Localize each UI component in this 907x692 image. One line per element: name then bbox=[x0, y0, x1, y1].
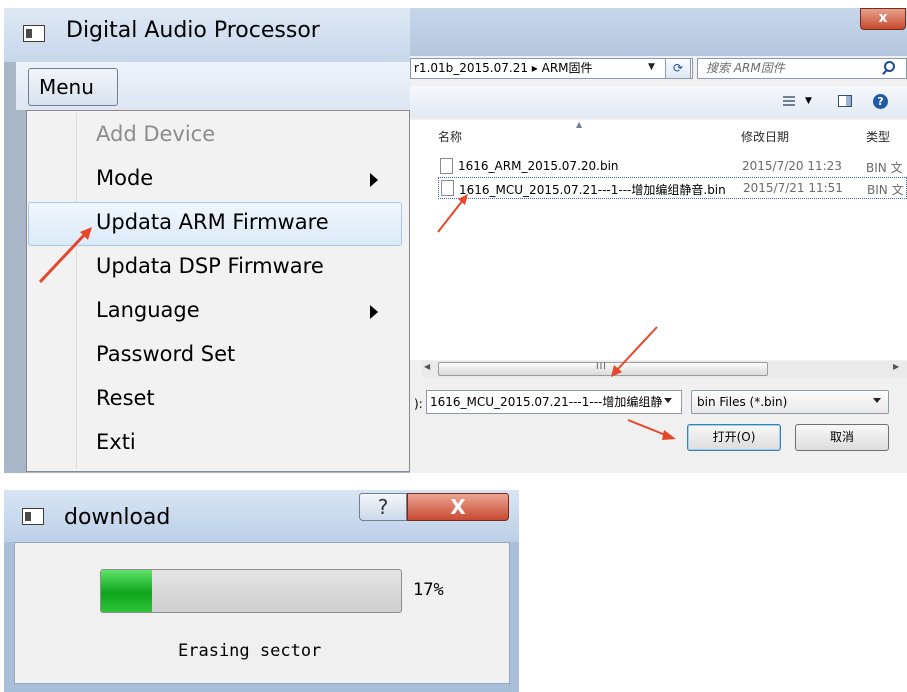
file-dialog-close-button[interactable]: x bbox=[860, 8, 906, 30]
menu-item-label: Password Set bbox=[96, 342, 236, 366]
menu-button[interactable]: Menu bbox=[28, 68, 118, 106]
file-type: BIN 文 bbox=[866, 161, 903, 175]
search-input[interactable]: 搜索 ARM固件 bbox=[697, 58, 907, 79]
submenu-arrow-icon bbox=[370, 305, 378, 319]
file-row[interactable]: 1616_ARM_2015.07.20.bin 2015/7/20 11:23 … bbox=[438, 156, 907, 178]
chevron-down-icon[interactable]: ▼ bbox=[805, 96, 812, 106]
app-window-icon bbox=[23, 25, 45, 42]
menu-item-label: Mode bbox=[96, 166, 154, 190]
scroll-right-icon[interactable]: ▶ bbox=[893, 362, 899, 371]
chevron-down-icon[interactable]: ▼ bbox=[648, 62, 655, 72]
refresh-icon[interactable]: ⟳ bbox=[665, 58, 691, 79]
chevron-down-icon[interactable] bbox=[873, 398, 881, 403]
chevron-down-icon[interactable] bbox=[664, 398, 672, 403]
submenu-arrow-icon bbox=[370, 173, 378, 187]
close-button[interactable]: X bbox=[407, 493, 509, 521]
menu-item-language[interactable]: Language bbox=[28, 290, 402, 334]
file-dialog-titlebar bbox=[410, 8, 907, 56]
file-modified: 2015/7/21 11:51 bbox=[743, 181, 843, 195]
menu-item-updata-arm-firmware[interactable]: Updata ARM Firmware bbox=[28, 202, 402, 246]
menu-item-label: Updata ARM Firmware bbox=[96, 210, 329, 234]
file-name: 1616_MCU_2015.07.21---1---增加编组静音.bin bbox=[459, 183, 726, 197]
progress-fill bbox=[101, 570, 152, 612]
file-name: 1616_ARM_2015.07.20.bin bbox=[458, 159, 619, 173]
menu-item-password-set[interactable]: Password Set bbox=[28, 334, 402, 378]
filetype-select[interactable]: bin Files (*.bin) bbox=[691, 390, 889, 414]
search-icon[interactable] bbox=[884, 61, 895, 72]
column-header-name[interactable]: 名称 bbox=[438, 128, 462, 145]
menu-item-label: Exti bbox=[96, 430, 136, 454]
download-content bbox=[14, 542, 510, 684]
scrollbar-grip: III bbox=[596, 362, 607, 372]
menu-item-label: Add Device bbox=[96, 122, 216, 146]
file-row-selected[interactable]: 1616_MCU_2015.07.21---1---增加编组静音.bin 201… bbox=[438, 177, 907, 199]
help-button[interactable]: ? bbox=[359, 493, 407, 521]
sort-arrow-icon: ▲ bbox=[576, 120, 583, 129]
menu-item-add-device[interactable]: Add Device bbox=[28, 114, 402, 158]
file-icon bbox=[440, 158, 453, 174]
help-icon[interactable]: ? bbox=[873, 94, 888, 109]
column-header-modified[interactable]: 修改日期 bbox=[741, 128, 789, 145]
menu-item-updata-dsp-firmware[interactable]: Updata DSP Firmware bbox=[28, 246, 402, 290]
file-icon bbox=[441, 180, 454, 196]
file-dialog-toolbar bbox=[410, 86, 907, 118]
open-button[interactable]: 打开(O) bbox=[687, 424, 781, 451]
progress-percent: 17% bbox=[413, 580, 444, 600]
scroll-left-icon[interactable]: ◀ bbox=[424, 362, 430, 371]
download-title: download bbox=[64, 505, 171, 530]
cancel-button[interactable]: 取消 bbox=[795, 424, 889, 451]
file-modified: 2015/7/20 11:23 bbox=[742, 159, 842, 173]
filename-label: ): bbox=[414, 397, 423, 411]
menu-item-mode[interactable]: Mode bbox=[28, 158, 402, 202]
view-options-icon[interactable] bbox=[783, 96, 795, 107]
column-header-type[interactable]: 类型 bbox=[866, 128, 890, 145]
app-window-icon bbox=[22, 508, 44, 525]
menu-item-reset[interactable]: Reset bbox=[28, 378, 402, 422]
menu-item-label: Updata DSP Firmware bbox=[96, 254, 324, 278]
preview-pane-icon[interactable] bbox=[838, 95, 852, 107]
menu-item-label: Reset bbox=[96, 386, 155, 410]
app-title: Digital Audio Processor bbox=[66, 18, 320, 43]
progress-bar bbox=[100, 569, 402, 613]
menu-item-exti[interactable]: Exti bbox=[28, 422, 402, 466]
status-text: Erasing sector bbox=[178, 641, 322, 661]
filename-input[interactable]: 1616_MCU_2015.07.21---1---增加编组静 bbox=[426, 390, 682, 414]
file-type: BIN 文 bbox=[867, 183, 904, 197]
menu-item-label: Language bbox=[96, 298, 200, 322]
